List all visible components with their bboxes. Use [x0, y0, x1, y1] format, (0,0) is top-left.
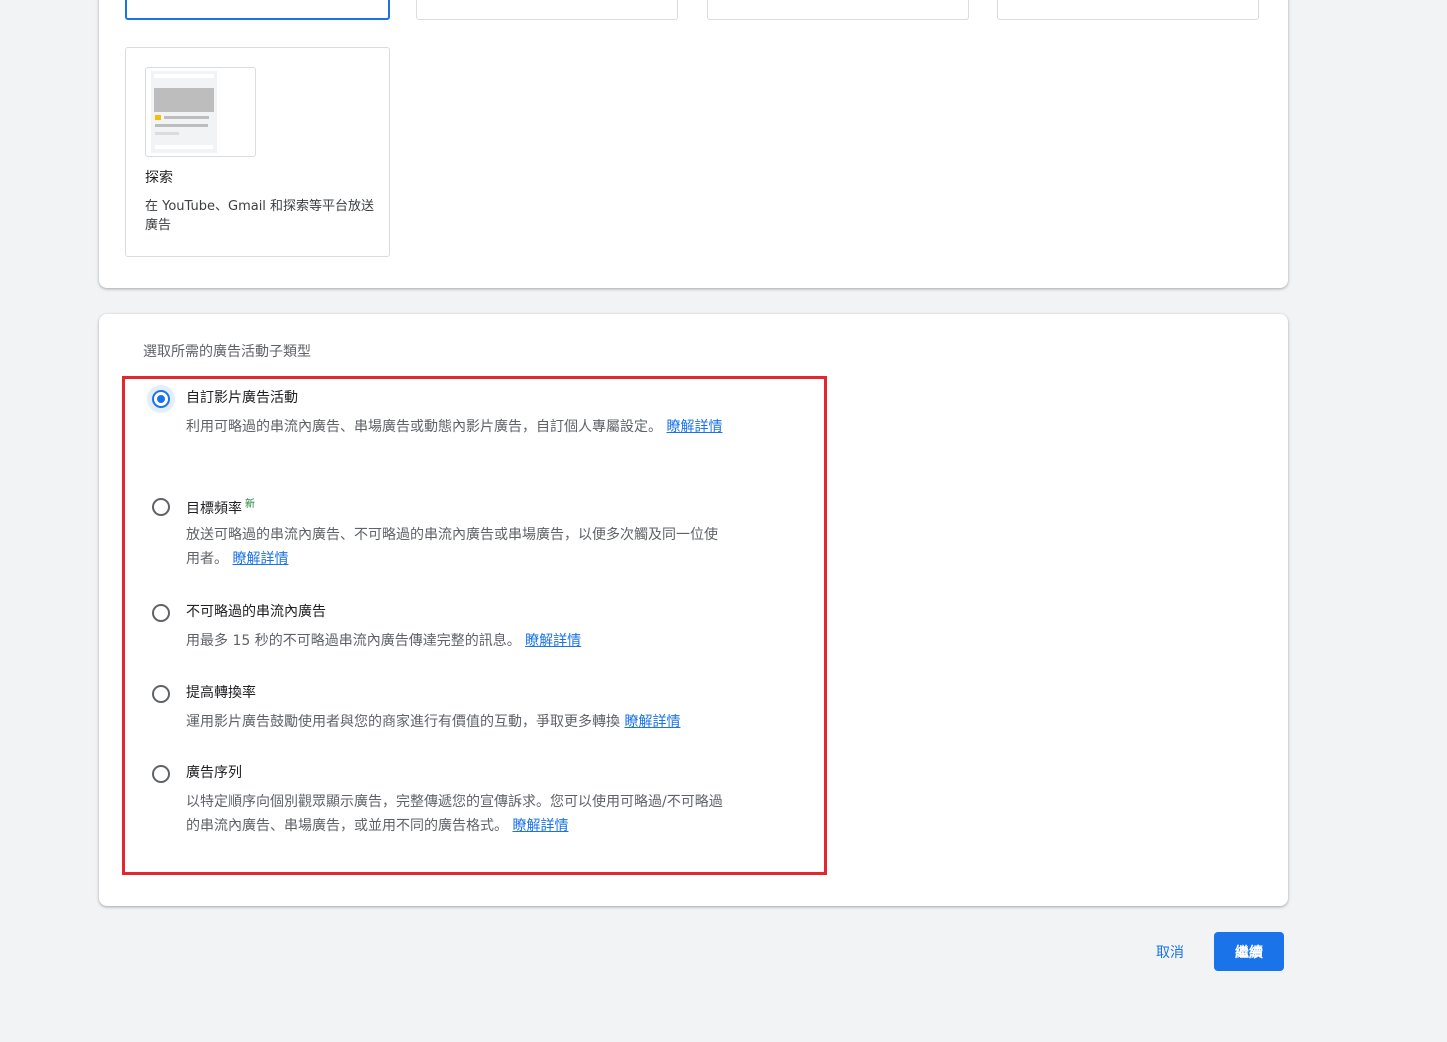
option-description: 運用影片廣告鼓勵使用者與您的商家進行有價值的互動，爭取更多轉換 瞭解詳情: [186, 714, 681, 730]
campaign-type-title: 探索: [145, 170, 173, 186]
option-title: 目標頻率新: [186, 499, 255, 517]
continue-button[interactable]: 繼續: [1214, 932, 1284, 971]
learn-more-link[interactable]: 瞭解詳情: [525, 633, 581, 649]
new-badge: 新: [245, 499, 255, 510]
radio-button[interactable]: [150, 496, 172, 518]
learn-more-link[interactable]: 瞭解詳情: [512, 818, 568, 834]
learn-more-link[interactable]: 瞭解詳情: [624, 714, 680, 730]
option-title: 廣告序列: [186, 765, 242, 781]
radio-button[interactable]: [150, 683, 172, 705]
campaign-type-option[interactable]: [707, 0, 969, 20]
radio-button[interactable]: [147, 385, 175, 413]
campaign-type-option-discovery[interactable]: 探索 在 YouTube、Gmail 和探索等平台放送廣告: [125, 47, 390, 257]
option-description: 利用可略過的串流內廣告、串場廣告或動態內影片廣告，自訂個人專屬設定。 瞭解詳情: [186, 419, 723, 435]
radio-unchecked-icon: [152, 604, 170, 622]
option-title: 自訂影片廣告活動: [186, 390, 298, 406]
learn-more-link[interactable]: 瞭解詳情: [232, 551, 288, 567]
subtype-heading: 選取所需的廣告活動子類型: [143, 344, 311, 360]
radio-button[interactable]: [150, 763, 172, 785]
campaign-type-option[interactable]: [997, 0, 1259, 20]
radio-button[interactable]: [150, 602, 172, 624]
campaign-type-description: 在 YouTube、Gmail 和探索等平台放送廣告: [145, 199, 375, 233]
option-title: 不可略過的串流內廣告: [186, 604, 326, 620]
campaign-subtype-card: 選取所需的廣告活動子類型 自訂影片廣告活動 利用可略過的串流內廣告、串場廣告或動…: [99, 314, 1288, 906]
learn-more-link[interactable]: 瞭解詳情: [666, 419, 722, 435]
radio-unchecked-icon: [152, 685, 170, 703]
page: 探索 在 YouTube、Gmail 和探索等平台放送廣告 選取所需的廣告活動子…: [0, 0, 1447, 1042]
option-description: 以特定順序向個別觀眾顯示廣告，完整傳遞您的宣傳訴求。您可以使用可略過/不可略過的…: [186, 794, 723, 834]
cancel-button[interactable]: 取消: [1142, 932, 1198, 972]
campaign-type-option-selected[interactable]: [125, 0, 390, 20]
option-title: 提高轉換率: [186, 685, 256, 701]
radio-checked-icon: [152, 390, 170, 408]
campaign-type-option[interactable]: [416, 0, 678, 20]
discovery-ad-preview-icon: [145, 67, 256, 157]
campaign-type-card: 探索 在 YouTube、Gmail 和探索等平台放送廣告: [99, 0, 1288, 288]
option-description: 用最多 15 秒的不可略過串流內廣告傳達完整的訊息。 瞭解詳情: [186, 633, 582, 649]
option-description: 放送可略過的串流內廣告、不可略過的串流內廣告或串場廣告，以便多次觸及同一位使用者…: [186, 527, 718, 567]
radio-unchecked-icon: [152, 498, 170, 516]
radio-unchecked-icon: [152, 765, 170, 783]
